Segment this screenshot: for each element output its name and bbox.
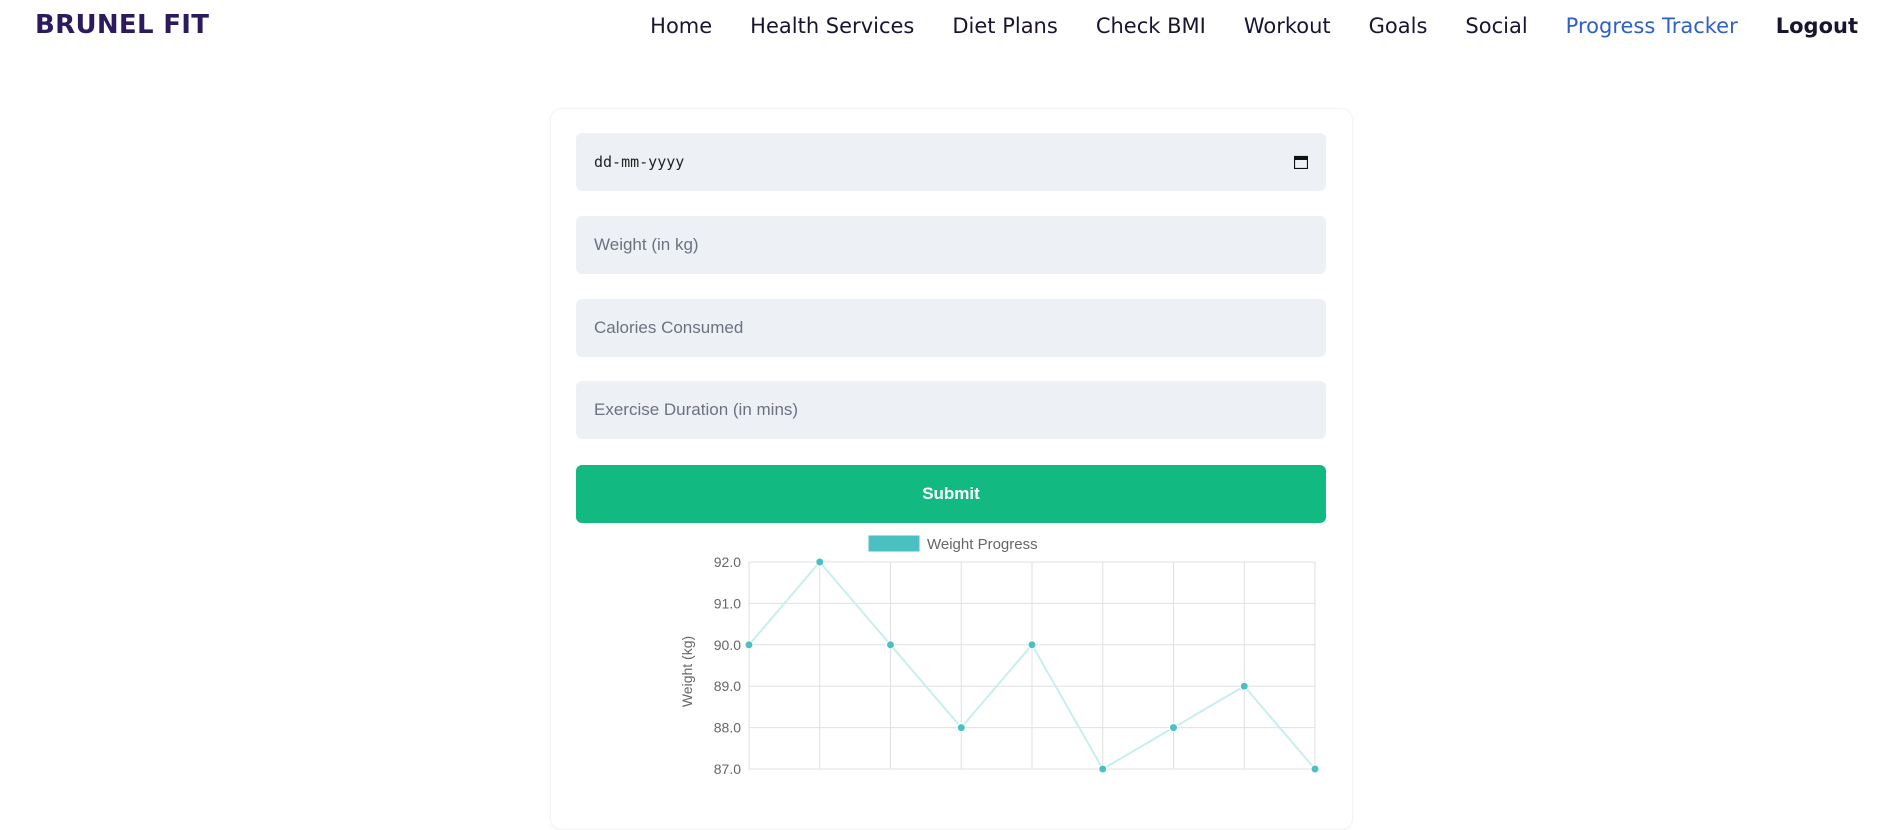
date-input[interactable]: dd-mm-yyyy (576, 133, 1326, 191)
data-point (815, 557, 825, 567)
nav-social[interactable]: Social (1465, 14, 1527, 38)
y-tick-label: 90.0 (714, 637, 741, 653)
data-point (1310, 764, 1320, 774)
exercise-placeholder: Exercise Duration (in mins) (594, 400, 799, 419)
legend-label: Weight Progress (927, 536, 1038, 553)
data-point (956, 723, 966, 733)
y-axis-label: Weight (kg) (679, 636, 695, 707)
nav-links: Home Health Services Diet Plans Check BM… (650, 14, 1858, 38)
nav-home[interactable]: Home (650, 14, 712, 38)
weight-progress-chart: 92.0 91.0 90.0 89.0 88.0 87.0 Weight (kg) Weigh… (679, 535, 1320, 775)
nav-logout[interactable]: Logout (1776, 14, 1858, 38)
data-point (886, 640, 895, 650)
exercise-duration-input[interactable]: Exercise Duration (in mins) (576, 381, 1326, 439)
calories-placeholder: Calories Consumed (594, 318, 744, 337)
calendar-icon[interactable] (1294, 155, 1308, 169)
y-tick-label: 87.0 (714, 761, 741, 775)
y-tick-label: 88.0 (714, 720, 741, 736)
brand-logo[interactable]: BRUNEL FIT (35, 10, 209, 40)
nav-workout[interactable]: Workout (1244, 14, 1331, 38)
nav-diet-plans[interactable]: Diet Plans (952, 14, 1057, 38)
nav-goals[interactable]: Goals (1369, 14, 1428, 38)
y-tick-label: 89.0 (714, 678, 741, 694)
legend-swatch (868, 535, 920, 552)
navbar: BRUNEL FIT Home Health Services Diet Pla… (0, 0, 1888, 56)
date-placeholder: dd-mm-yyyy (594, 153, 685, 171)
data-point (1098, 764, 1108, 774)
data-point (744, 640, 754, 650)
data-point (1027, 640, 1037, 650)
weight-input[interactable]: Weight (in kg) (576, 216, 1326, 274)
data-point (1239, 681, 1249, 691)
weight-placeholder: Weight (in kg) (594, 235, 699, 254)
y-tick-label: 91.0 (714, 595, 741, 611)
y-tick-label: 92.0 (714, 554, 741, 570)
nav-check-bmi[interactable]: Check BMI (1096, 14, 1206, 38)
nav-progress-tracker[interactable]: Progress Tracker (1566, 14, 1738, 38)
data-point (1169, 723, 1178, 733)
calories-input[interactable]: Calories Consumed (576, 299, 1326, 357)
submit-button[interactable]: Submit (576, 465, 1326, 523)
nav-health-services[interactable]: Health Services (750, 14, 914, 38)
